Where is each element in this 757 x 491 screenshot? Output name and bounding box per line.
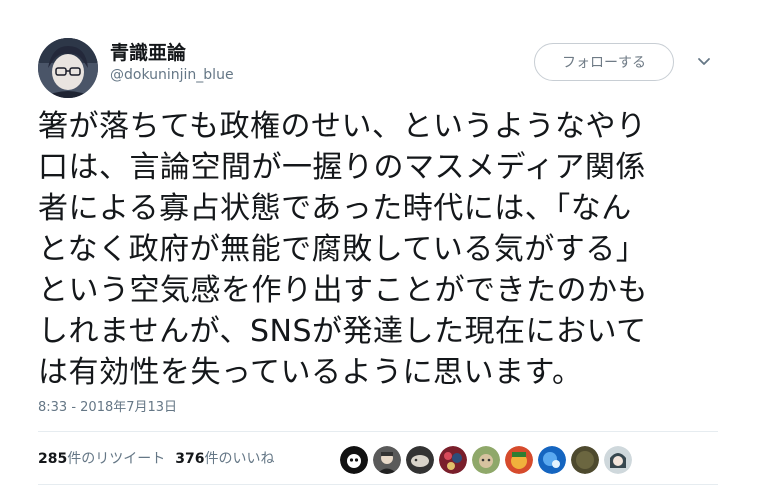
tweet-text-line: 箸が落ちても政権のせい、というようなやり xyxy=(38,109,647,144)
likes-stat[interactable]: 376件のいいね xyxy=(175,451,274,467)
liker-avatar[interactable] xyxy=(340,446,368,474)
retweets-count: 285 xyxy=(38,451,68,467)
likes-label: 件のいいね xyxy=(204,451,275,467)
username[interactable]: @dokuninjin_blue xyxy=(110,67,234,83)
tweet-text-line: という空気感を作り出すことができたのかも xyxy=(38,273,648,308)
avatar-image xyxy=(38,38,98,98)
divider xyxy=(38,431,718,432)
liker-avatar[interactable] xyxy=(406,446,434,474)
tweet-text-line: 者による寡占状態であった時代には、「なん xyxy=(38,191,632,226)
tweet-timestamp[interactable]: 8:33 - 2018年7月13日 xyxy=(38,396,177,415)
retweets-label: 件のリツイート xyxy=(67,451,166,467)
liker-avatar[interactable] xyxy=(604,446,632,474)
display-name[interactable]: 青識亜論 xyxy=(110,38,186,65)
chevron-down-icon[interactable] xyxy=(694,52,714,72)
likes-count: 376 xyxy=(175,451,205,467)
user-avatar[interactable] xyxy=(38,38,98,98)
tweet-text-line: となく政府が無能で腐敗している気がする」 xyxy=(38,232,647,267)
tweet-text-line: 口は、言論空間が一握りのマスメディア関係 xyxy=(38,150,646,185)
tweet-card: 青識亜論 @dokuninjin_blue フォローする 箸が落ちても政権のせい… xyxy=(0,0,757,491)
liker-avatar[interactable] xyxy=(571,446,599,474)
liker-avatar[interactable] xyxy=(439,446,467,474)
tweet-text-line: は有効性を失っているように思います。 xyxy=(38,355,583,390)
liker-avatar[interactable] xyxy=(472,446,500,474)
liker-avatar[interactable] xyxy=(505,446,533,474)
follow-button[interactable]: フォローする xyxy=(534,43,674,81)
tweet-stats: 285件のリツイート 376件のいいね xyxy=(38,448,274,468)
liker-avatar[interactable] xyxy=(538,446,566,474)
liker-avatar[interactable] xyxy=(373,446,401,474)
retweets-stat[interactable]: 285件のリツイート xyxy=(38,451,165,467)
divider xyxy=(38,484,718,485)
tweet-text: 箸が落ちても政権のせい、というようなやり 口は、言論空間が一握りのマスメディア関… xyxy=(38,106,718,393)
tweet-text-line: しれませんが、SNSが発達した現在において xyxy=(38,314,647,349)
liker-avatars xyxy=(340,446,637,476)
